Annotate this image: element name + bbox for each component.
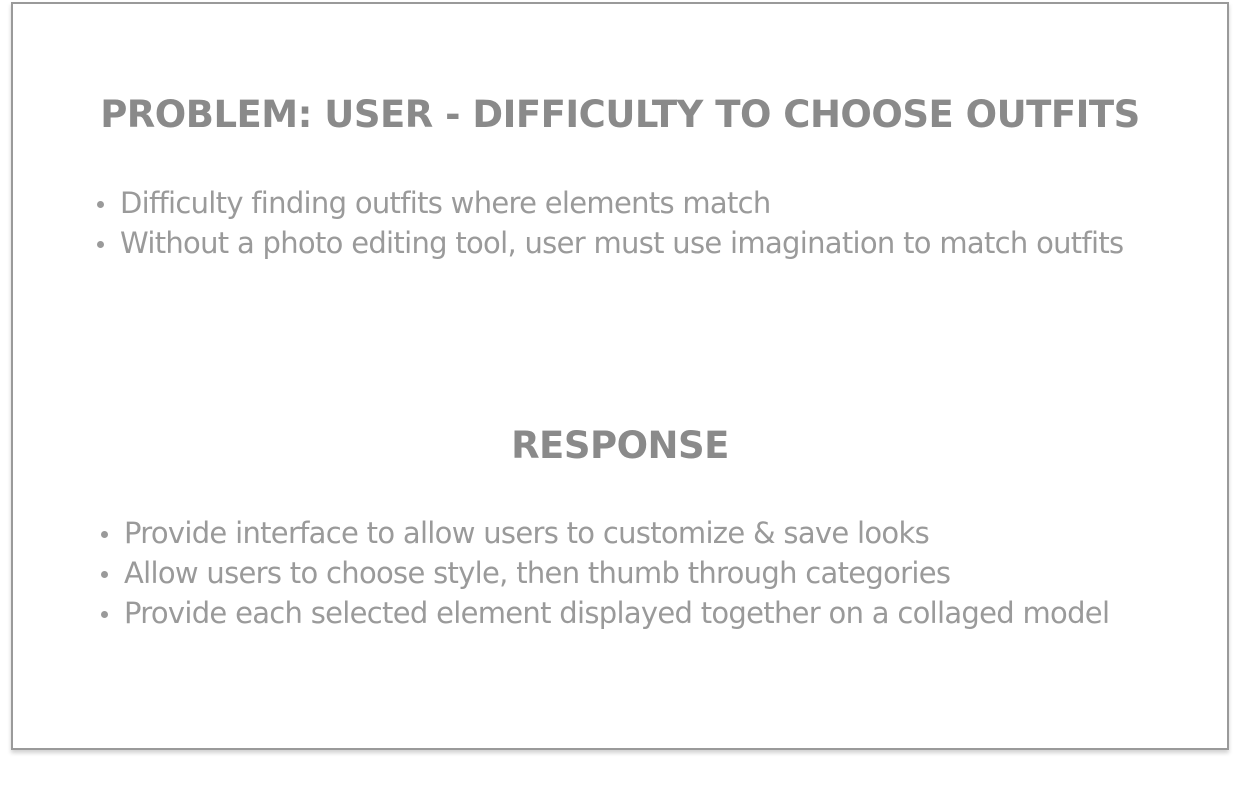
response-bullet-text: Provide interface to allow users to cust…	[124, 516, 930, 550]
problem-bullet-text: Without a photo editing tool, user must …	[120, 226, 1124, 260]
response-title: RESPONSE	[511, 424, 729, 467]
problem-bullet-list: Difficulty finding outfits where element…	[95, 183, 1124, 263]
response-bullet-text: Provide each selected element displayed …	[124, 596, 1110, 630]
problem-bullet-item: Difficulty finding outfits where element…	[95, 183, 1123, 223]
problem-bullet-item: Without a photo editing tool, user must …	[95, 223, 1124, 263]
bullet-dot-icon	[97, 241, 104, 248]
problem-bullet-text: Difficulty finding outfits where element…	[120, 186, 771, 220]
bullet-dot-icon	[101, 571, 108, 578]
slide-frame: PROBLEM: USER - DIFFICULTY TO CHOOSE OUT…	[11, 2, 1229, 750]
response-bullet-item: Allow users to choose style, then thumb …	[99, 553, 1109, 593]
response-bullet-list: Provide interface to allow users to cust…	[99, 513, 1110, 633]
response-bullet-text: Allow users to choose style, then thumb …	[124, 556, 951, 590]
bullet-dot-icon	[101, 611, 108, 618]
problem-title: PROBLEM: USER - DIFFICULTY TO CHOOSE OUT…	[100, 93, 1140, 136]
response-bullet-item: Provide interface to allow users to cust…	[99, 513, 1109, 553]
bullet-dot-icon	[97, 201, 104, 208]
response-bullet-item: Provide each selected element displayed …	[99, 593, 1110, 633]
bullet-dot-icon	[101, 531, 108, 538]
